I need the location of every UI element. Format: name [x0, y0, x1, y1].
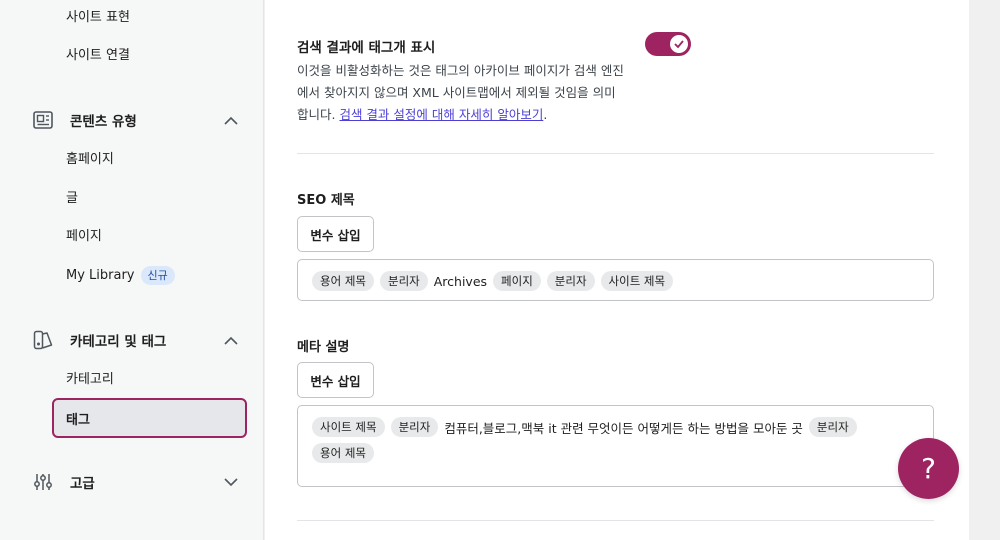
- show-in-search-toggle[interactable]: [645, 32, 691, 56]
- sidebar-item-tags[interactable]: 태그: [52, 398, 247, 438]
- sidebar-section-content-types[interactable]: 콘텐츠 유형: [32, 108, 238, 132]
- content-types-icon: [32, 109, 54, 131]
- variable-chip[interactable]: 분리자: [808, 417, 857, 437]
- meta-description-tokens: 용어 제목: [312, 442, 919, 464]
- variable-chip[interactable]: 용어 제목: [312, 443, 374, 463]
- sidebar-item-my-library[interactable]: My Library 신규: [66, 266, 175, 286]
- help-button[interactable]: ?: [898, 438, 959, 499]
- sidebar-item-homepage[interactable]: 홈페이지: [66, 150, 114, 170]
- chevron-up-icon[interactable]: [224, 113, 238, 127]
- variable-chip[interactable]: 페이지: [493, 271, 541, 291]
- seo-title-tokens: 용어 제목 분리자 Archives 페이지 분리자 사이트 제목: [312, 270, 919, 292]
- sidebar-section-label: 카테고리 및 태그: [70, 334, 167, 350]
- literal-text: 컴퓨터,블로그,맥북 it 관련 무엇이든 어떻게든 하는 방법을 모아둔 곳: [444, 420, 803, 436]
- seo-title-label: SEO 제목: [297, 193, 355, 208]
- settings-sidebar: 사이트 표현 사이트 연결 콘텐츠 유형 홈페이지 글 페이지 My Libra…: [0, 0, 264, 540]
- sidebar-item-categories[interactable]: 카테고리: [66, 370, 114, 390]
- chevron-up-icon[interactable]: [224, 333, 238, 347]
- sidebar-item-posts[interactable]: 글: [66, 189, 78, 209]
- categories-tags-icon: [32, 329, 54, 351]
- literal-text: Archives: [433, 273, 488, 289]
- meta-description-tokens: 사이트 제목 분리자 컴퓨터,블로그,맥북 it 관련 무엇이든 어떻게든 하는 방…: [312, 416, 919, 438]
- divider: [297, 520, 934, 521]
- insert-variable-button[interactable]: 변수 삽입: [297, 216, 374, 252]
- show-in-search-title: 검색 결과에 태그개 표시: [297, 40, 436, 56]
- sidebar-section-advanced[interactable]: 고급: [32, 470, 238, 494]
- sliders-icon: [32, 471, 54, 493]
- variable-chip[interactable]: 용어 제목: [312, 271, 374, 291]
- insert-variable-button[interactable]: 변수 삽입: [297, 362, 374, 398]
- sidebar-item-site-representation[interactable]: 사이트 표현: [66, 8, 130, 28]
- sidebar-item-label: My Library: [66, 268, 135, 283]
- sidebar-section-categories-tags[interactable]: 카테고리 및 태그: [32, 328, 238, 352]
- checkmark-icon: [670, 35, 688, 53]
- sidebar-section-label: 고급: [70, 476, 95, 492]
- variable-chip[interactable]: 분리자: [379, 271, 428, 291]
- sidebar-item-site-connections[interactable]: 사이트 연결: [66, 46, 130, 66]
- sidebar-item-pages[interactable]: 페이지: [66, 227, 102, 247]
- variable-chip[interactable]: 분리자: [546, 271, 595, 291]
- meta-description-label: 메타 설명: [297, 340, 350, 355]
- learn-more-link[interactable]: 검색 결과 설정에 대해 자세히 알아보기: [339, 107, 543, 122]
- description-end: .: [543, 107, 548, 122]
- variable-chip[interactable]: 사이트 제목: [600, 271, 674, 291]
- seo-title-input[interactable]: 용어 제목 분리자 Archives 페이지 분리자 사이트 제목: [297, 259, 934, 301]
- chevron-down-icon[interactable]: [224, 475, 238, 489]
- divider: [297, 153, 934, 154]
- variable-chip[interactable]: 사이트 제목: [312, 417, 385, 437]
- new-badge: 신규: [140, 266, 175, 285]
- sidebar-section-label: 콘텐츠 유형: [70, 114, 137, 130]
- meta-description-input[interactable]: 사이트 제목 분리자 컴퓨터,블로그,맥북 it 관련 무엇이든 어떻게든 하는 방…: [297, 405, 934, 487]
- show-in-search-description: 이것을 비활성화하는 것은 태그의 아카이브 페이지가 검색 엔진에서 찾아지지…: [297, 60, 627, 126]
- variable-chip[interactable]: 분리자: [390, 417, 439, 437]
- settings-panel: 검색 결과에 태그개 표시 이것을 비활성화하는 것은 태그의 아카이브 페이지…: [265, 0, 969, 540]
